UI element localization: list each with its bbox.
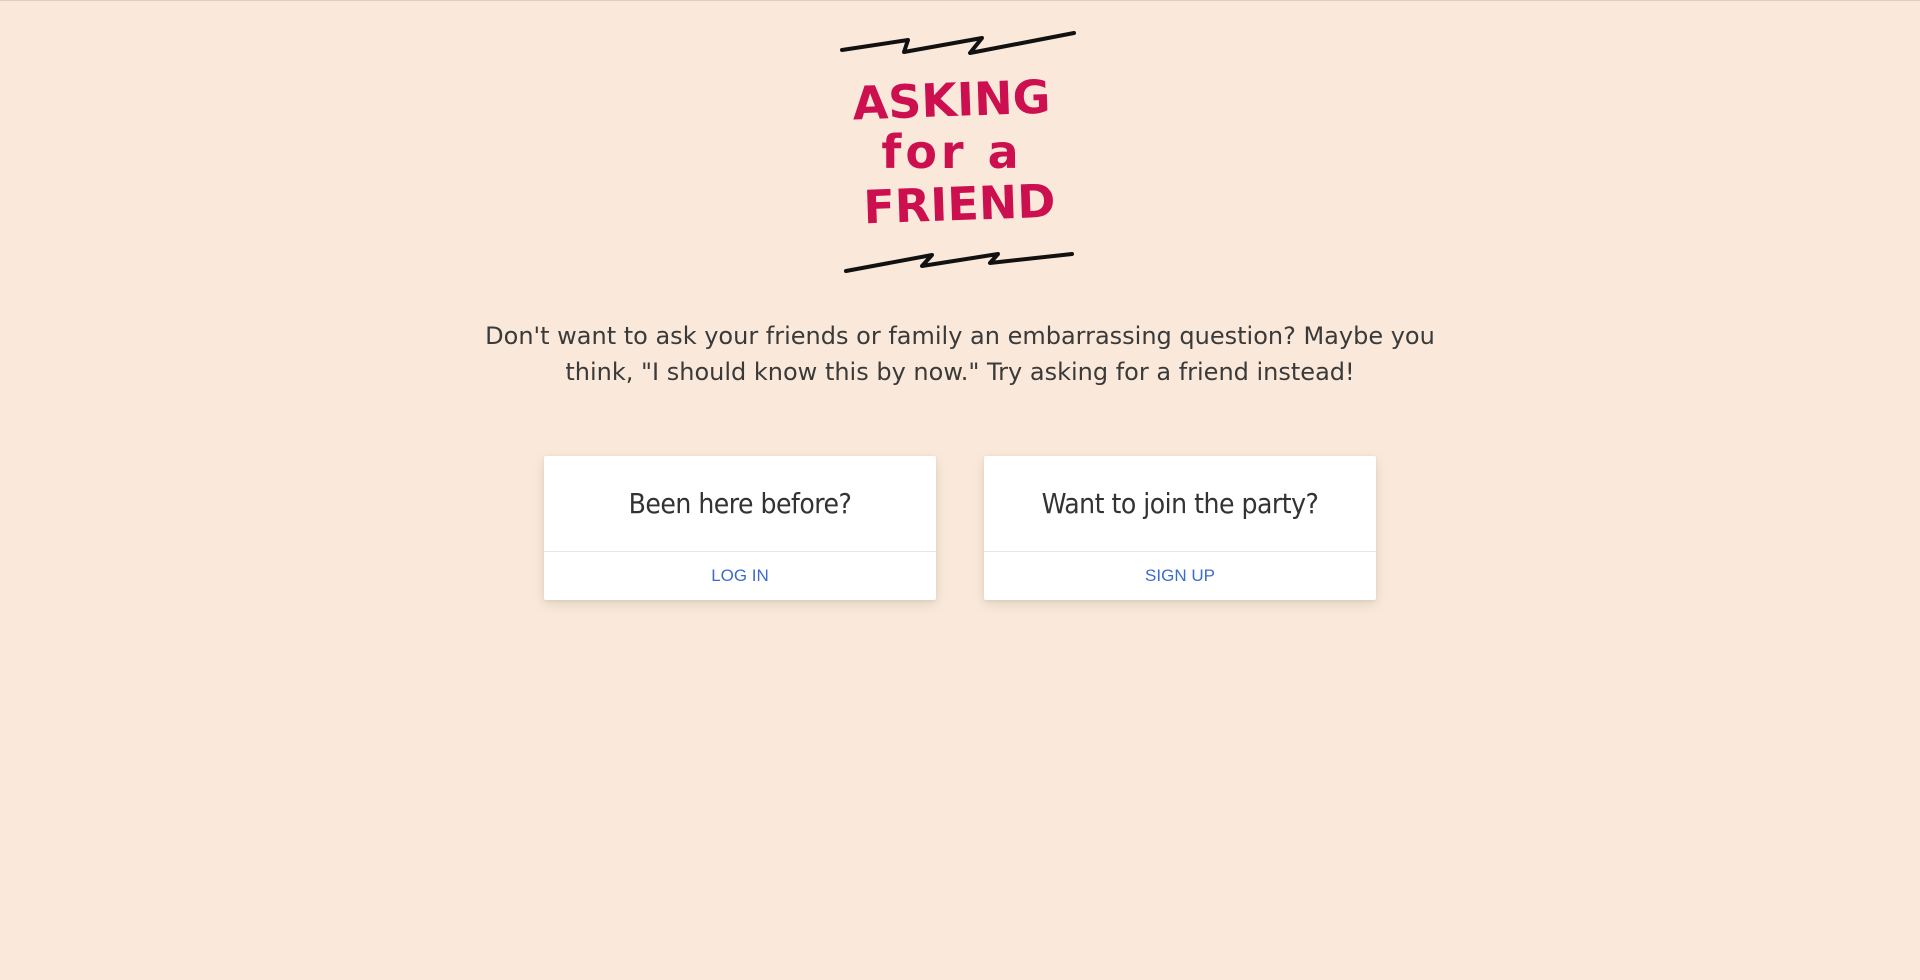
signup-card-title: Want to join the party?	[984, 456, 1376, 552]
logo-bottom-zigzag	[844, 252, 1074, 273]
signup-card: Want to join the party? SIGN UP	[984, 456, 1376, 600]
top-border	[0, 0, 1920, 1]
site-logo: ASKING for a FRIEND	[836, 28, 1084, 276]
login-card: Been here before? LOG IN	[544, 456, 936, 600]
logo-line-1: ASKING	[852, 70, 1052, 131]
logo-top-zigzag	[840, 31, 1076, 55]
logo-line-3: FRIEND	[863, 174, 1057, 235]
logo-line-2: for a	[881, 125, 1022, 179]
login-card-title: Been here before?	[544, 456, 936, 552]
signup-button[interactable]: SIGN UP	[984, 552, 1376, 600]
login-button[interactable]: LOG IN	[544, 552, 936, 600]
tagline: Don't want to ask your friends or family…	[485, 322, 1435, 386]
